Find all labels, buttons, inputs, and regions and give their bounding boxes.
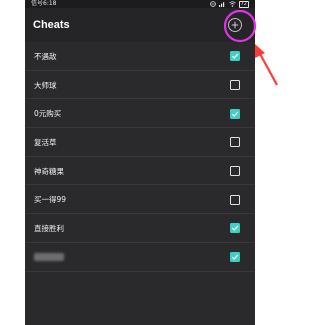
- pointer-arrow: [255, 44, 278, 86]
- phone-screen: 信号6:18 72 Cheats 不遇敌大师球 0元购买复活草神奇糖果买一得99 直…: [25, 0, 255, 325]
- cheat-row[interactable]: 复活草: [25, 128, 255, 157]
- cheat-label: 不遇敌: [34, 51, 57, 61]
- checkbox-unchecked[interactable]: [230, 137, 240, 148]
- cheat-label: [34, 253, 64, 262]
- cheat-label: 0元购买: [34, 109, 62, 119]
- check-icon: [231, 53, 239, 60]
- cheat-row[interactable]: 0元购买: [25, 99, 255, 128]
- checkbox-unchecked[interactable]: [230, 194, 240, 205]
- checkbox-checked[interactable]: [230, 108, 240, 119]
- checkbox-checked[interactable]: [230, 51, 240, 62]
- checkbox-unchecked[interactable]: [230, 80, 240, 91]
- check-icon: [231, 254, 239, 261]
- cheat-label: 买一得99: [34, 195, 67, 205]
- cheat-row[interactable]: 不遇敌: [25, 42, 255, 71]
- cheat-label: 神奇糖果: [34, 166, 64, 176]
- do-not-disturb-icon: [209, 1, 216, 7]
- cheat-list: 不遇敌大师球 0元购买复活草神奇糖果买一得99 直接胜利: [25, 42, 255, 272]
- status-left-text: 信号6:18: [31, 0, 57, 7]
- checkbox-unchecked[interactable]: [230, 166, 240, 177]
- cheat-label: 复活草: [34, 137, 57, 147]
- cheat-label: 大师球: [34, 80, 57, 90]
- cheat-row[interactable]: 神奇糖果: [25, 157, 255, 186]
- cheat-row[interactable]: [25, 243, 255, 272]
- status-bar: 信号6:18 72: [25, 0, 255, 8]
- status-icons: 72: [209, 0, 249, 8]
- add-cheat-button[interactable]: [228, 18, 242, 32]
- cheat-row[interactable]: 买一得99: [25, 185, 255, 214]
- page-title: Cheats: [33, 19, 70, 31]
- cheat-label: 直接胜利: [34, 223, 64, 233]
- signal-icon: [218, 2, 224, 7]
- app-bar: Cheats: [25, 8, 255, 42]
- wifi-icon: [228, 1, 236, 7]
- check-icon: [231, 226, 239, 232]
- cheat-row[interactable]: 大师球: [25, 71, 255, 100]
- battery-icon: 72: [238, 0, 249, 8]
- plus-icon: [231, 21, 239, 29]
- cheat-row[interactable]: 直接胜利: [25, 214, 255, 243]
- checkbox-checked[interactable]: [230, 252, 240, 263]
- check-icon: [231, 111, 239, 117]
- checkbox-checked[interactable]: [230, 223, 240, 234]
